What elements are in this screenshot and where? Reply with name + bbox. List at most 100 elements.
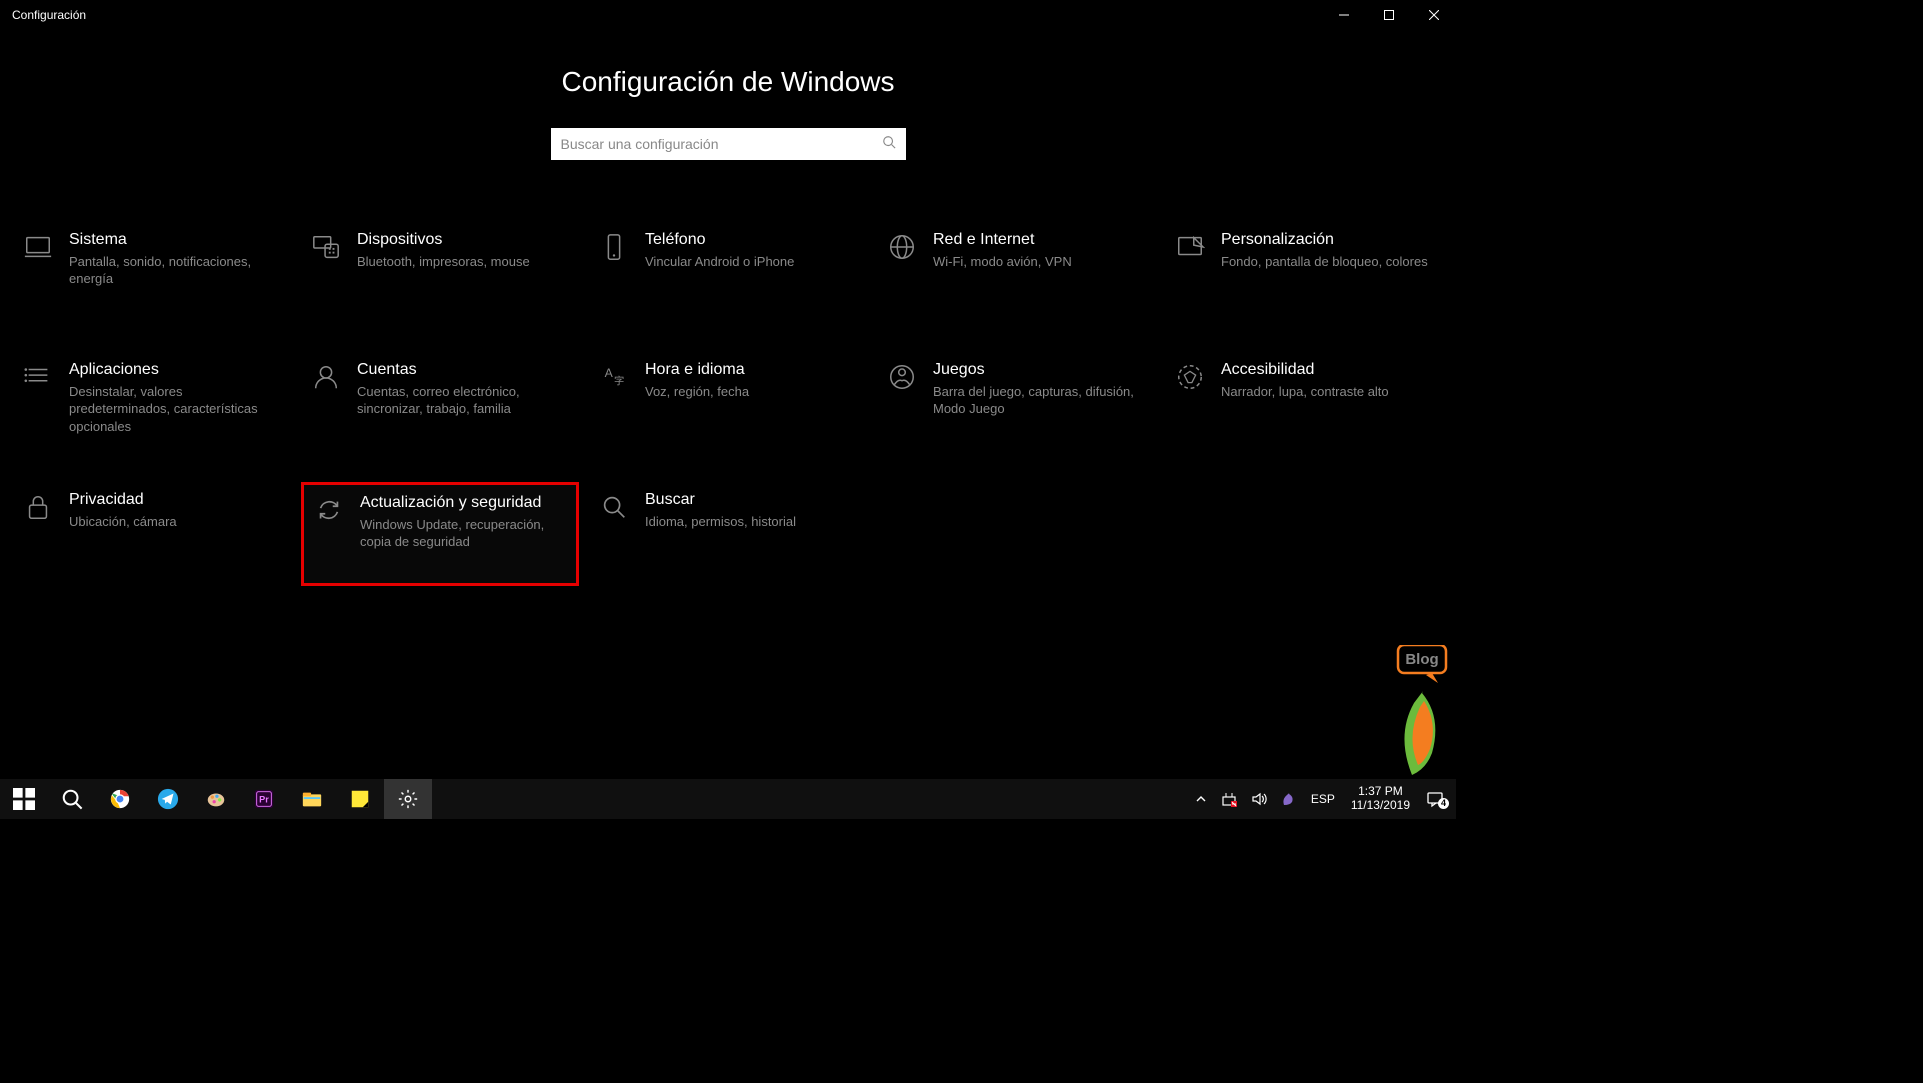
tray-language-indicator[interactable]: ESP	[1307, 792, 1339, 806]
settings-tile-juegos[interactable]: JuegosBarra del juego, capturas, difusió…	[877, 352, 1155, 456]
taskbar-chrome-icon[interactable]	[96, 779, 144, 819]
tile-title: Juegos	[933, 360, 1145, 381]
taskbar: Pr ESP 1:37 PM 11/13/2019	[0, 779, 1456, 819]
settings-tile-aplicaciones[interactable]: AplicacionesDesinstalar, valores predete…	[13, 352, 291, 456]
taskbar-settings-icon[interactable]	[384, 779, 432, 819]
search-icon	[882, 135, 896, 154]
tile-desc: Cuentas, correo electrónico, sincronizar…	[357, 383, 569, 418]
tray-time: 1:37 PM	[1351, 785, 1410, 799]
close-button[interactable]	[1411, 0, 1456, 30]
tile-desc: Barra del juego, capturas, difusión, Mod…	[933, 383, 1145, 418]
cuentas-icon	[301, 360, 351, 392]
settings-tile-sistema[interactable]: SistemaPantalla, sonido, notificaciones,…	[13, 222, 291, 326]
tray-action-center-icon[interactable]: 4	[1422, 790, 1448, 808]
tile-desc: Pantalla, sonido, notificaciones, energí…	[69, 253, 281, 288]
tile-title: Privacidad	[69, 490, 281, 511]
notification-badge: 4	[1438, 798, 1449, 809]
sistema-icon	[13, 230, 63, 262]
settings-tile-accesibilidad[interactable]: Accesibilidad Narrador, lupa, contraste a…	[1165, 352, 1443, 456]
tile-title: Accesibilidad	[1221, 360, 1433, 381]
tile-text: SistemaPantalla, sonido, notificaciones,…	[63, 230, 281, 288]
taskbar-explorer-icon[interactable]	[288, 779, 336, 819]
search-box[interactable]	[551, 128, 906, 160]
settings-tile-hora[interactable]: A字 Hora e idioma Voz, región, fecha	[589, 352, 867, 456]
window-title: Configuración	[12, 8, 86, 22]
settings-tile-actualizacion[interactable]: Actualización y seguridadWindows Update,…	[301, 482, 579, 586]
telefono-icon	[589, 230, 639, 262]
tile-title: Personalización	[1221, 230, 1433, 251]
tile-desc: Fondo, pantalla de bloqueo, colores	[1221, 253, 1433, 271]
taskbar-paint-icon[interactable]	[192, 779, 240, 819]
tile-desc: Bluetooth, impresoras, mouse	[357, 253, 569, 271]
tray-overflow-button[interactable]	[1191, 793, 1211, 805]
taskbar-left: Pr	[0, 779, 432, 819]
tile-text: JuegosBarra del juego, capturas, difusió…	[927, 360, 1145, 418]
svg-text:Blog: Blog	[1405, 651, 1438, 668]
tile-text: AplicacionesDesinstalar, valores predete…	[63, 360, 281, 435]
tile-title: Aplicaciones	[69, 360, 281, 381]
tile-title: Sistema	[69, 230, 281, 251]
taskbar-sticky-notes-icon[interactable]	[336, 779, 384, 819]
tile-title: Dispositivos	[357, 230, 569, 251]
tile-text: Hora e idioma Voz, región, fecha	[639, 360, 857, 400]
hora-icon: A字	[589, 360, 639, 392]
settings-tile-dispositivos[interactable]: Dispositivos Bluetooth, impresoras, mouse	[301, 222, 579, 326]
taskbar-premiere-icon[interactable]: Pr	[240, 779, 288, 819]
tray-app-icon[interactable]	[1277, 791, 1301, 807]
actualizacion-icon	[304, 493, 354, 525]
personalizacion-icon	[1165, 230, 1215, 262]
settings-tile-personalizacion[interactable]: Personalización Fondo, pantalla de bloque…	[1165, 222, 1443, 326]
tile-title: Cuentas	[357, 360, 569, 381]
tile-text: Red e Internet Wi-Fi, modo avión, VPN	[927, 230, 1145, 270]
tile-title: Teléfono	[645, 230, 857, 251]
tray-network-icon[interactable]	[1217, 791, 1241, 807]
svg-text:字: 字	[614, 375, 624, 388]
page-title: Configuración de Windows	[561, 66, 894, 98]
search-input[interactable]	[561, 136, 882, 152]
tray-volume-icon[interactable]	[1247, 791, 1271, 807]
tile-text: Buscar Idioma, permisos, historial	[639, 490, 857, 530]
tile-text: Personalización Fondo, pantalla de bloque…	[1215, 230, 1433, 270]
settings-grid: SistemaPantalla, sonido, notificaciones,…	[0, 222, 1471, 586]
tile-title: Red e Internet	[933, 230, 1145, 251]
tile-text: Privacidad Ubicación, cámara	[63, 490, 281, 530]
juegos-icon	[877, 360, 927, 392]
titlebar: Configuración	[0, 0, 1456, 30]
tile-title: Hora e idioma	[645, 360, 857, 381]
settings-tile-red[interactable]: Red e Internet Wi-Fi, modo avión, VPN	[877, 222, 1155, 326]
svg-text:Pr: Pr	[259, 795, 269, 805]
red-icon	[877, 230, 927, 262]
tile-text: Actualización y seguridadWindows Update,…	[354, 493, 566, 551]
start-button[interactable]	[0, 779, 48, 819]
privacidad-icon	[13, 490, 63, 522]
tile-desc: Idioma, permisos, historial	[645, 513, 857, 531]
tile-desc: Windows Update, recuperación, copia de s…	[360, 516, 566, 551]
settings-tile-cuentas[interactable]: CuentasCuentas, correo electrónico, sinc…	[301, 352, 579, 456]
minimize-button[interactable]	[1321, 0, 1366, 30]
settings-tile-telefono[interactable]: TeléfonoVincular Android o iPhone	[589, 222, 867, 326]
tile-title: Buscar	[645, 490, 857, 511]
tile-desc: Narrador, lupa, contraste alto	[1221, 383, 1433, 401]
taskbar-search-button[interactable]	[48, 779, 96, 819]
tile-text: Dispositivos Bluetooth, impresoras, mouse	[351, 230, 569, 270]
tile-title: Actualización y seguridad	[360, 493, 566, 514]
aplicaciones-icon	[13, 360, 63, 392]
tile-text: CuentasCuentas, correo electrónico, sinc…	[351, 360, 569, 418]
tray-date: 11/13/2019	[1351, 799, 1410, 813]
svg-text:A: A	[605, 366, 614, 380]
settings-tile-privacidad[interactable]: Privacidad Ubicación, cámara	[13, 482, 291, 586]
tile-desc: Ubicación, cámara	[69, 513, 281, 531]
tile-text: TeléfonoVincular Android o iPhone	[639, 230, 857, 270]
tile-desc: Wi-Fi, modo avión, VPN	[933, 253, 1145, 271]
accesibilidad-icon	[1165, 360, 1215, 392]
window-controls	[1321, 0, 1456, 30]
settings-tile-buscar[interactable]: Buscar Idioma, permisos, historial	[589, 482, 867, 586]
maximize-button[interactable]	[1366, 0, 1411, 30]
blog-watermark: Blog	[1392, 645, 1450, 775]
buscar-icon	[589, 490, 639, 522]
tray-clock[interactable]: 1:37 PM 11/13/2019	[1345, 785, 1416, 813]
taskbar-telegram-icon[interactable]	[144, 779, 192, 819]
system-tray: ESP 1:37 PM 11/13/2019 4	[1191, 779, 1456, 819]
dispositivos-icon	[301, 230, 351, 262]
tile-desc: Voz, región, fecha	[645, 383, 857, 401]
